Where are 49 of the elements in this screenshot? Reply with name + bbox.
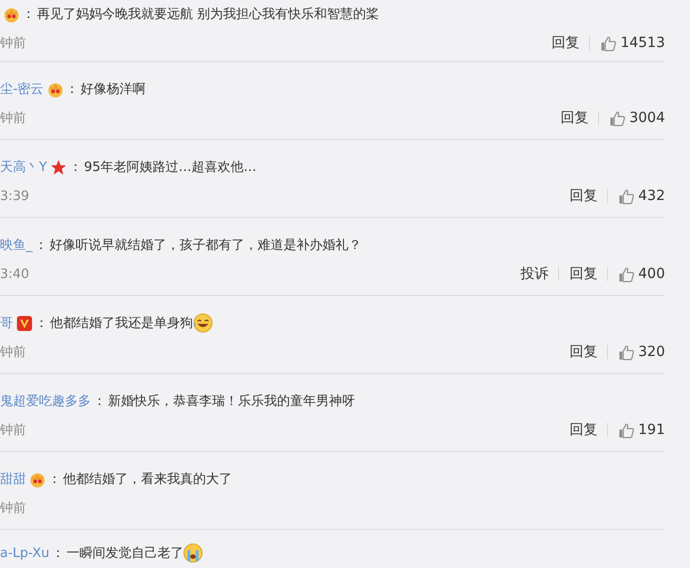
like-button[interactable]: 14513 <box>600 34 665 52</box>
comment-time: 3:39 <box>0 188 30 204</box>
separator-colon: ： <box>48 471 61 488</box>
like-button[interactable]: 320 <box>618 344 665 360</box>
reply-link[interactable]: 回复 <box>569 421 598 439</box>
report-link[interactable]: 投诉 <box>520 265 548 283</box>
comment-time: 钟前 <box>0 35 26 52</box>
v-badge-icon <box>16 314 33 332</box>
thumbs-up-icon <box>609 110 626 126</box>
reply-link[interactable]: 回复 <box>560 109 588 127</box>
thumbs-up-icon <box>618 266 636 282</box>
reply-link[interactable]: 回复 <box>551 34 580 52</box>
crown-badge-icon <box>46 80 64 98</box>
reply-link[interactable]: 回复 <box>569 265 598 283</box>
separator-colon: ： <box>68 159 82 176</box>
laughing-face-icon <box>193 313 213 333</box>
comment-text: 新婚快乐，恭喜李瑞！乐乐我的童年男神呀 <box>108 393 355 410</box>
separator-colon: ： <box>66 81 79 98</box>
comment-text: 再见了妈妈今晚我就要远航 别为我担心我有快乐和智慧的桨 <box>37 6 380 23</box>
comment-text: 他都结婚了，看来我真的大了 <box>63 471 232 488</box>
separator-colon: ： <box>35 315 48 332</box>
comment-text: 95年老阿姨路过…超喜欢他… <box>84 159 256 176</box>
reply-link[interactable]: 回复 <box>569 187 598 205</box>
separator-colon: ： <box>34 237 48 254</box>
separator-colon: ： <box>51 545 64 562</box>
comment-text: 一瞬间发觉自己老了 <box>66 545 184 562</box>
comment-time: 钟前 <box>0 500 26 517</box>
like-button[interactable]: 191 <box>618 422 665 438</box>
crying-face-icon <box>183 543 204 563</box>
thumbs-up-icon <box>618 422 636 438</box>
reply-link[interactable]: 回复 <box>569 343 598 361</box>
star-icon <box>50 158 67 176</box>
comment-text: 好像听说早就结婚了，孩子都有了，难道是补办婚礼？ <box>50 237 362 254</box>
separator-colon: ： <box>22 6 35 23</box>
comment-time: 钟前 <box>0 344 26 361</box>
comment-time: 钟前 <box>0 110 26 127</box>
comment-time: 钟前 <box>0 422 26 439</box>
separator-colon: ： <box>93 393 106 410</box>
comment-text: 他都结婚了我还是单身狗 <box>50 315 193 332</box>
like-button[interactable]: 3004 <box>609 110 665 126</box>
comment-time: 3:40 <box>0 266 30 282</box>
crown-badge-icon <box>3 6 20 22</box>
like-button[interactable]: 400 <box>618 266 665 282</box>
comment-text: 好像杨洋啊 <box>80 81 146 98</box>
thumbs-up-icon <box>618 188 636 204</box>
thumbs-up-icon <box>600 34 618 52</box>
thumbs-up-icon <box>618 344 636 360</box>
like-button[interactable]: 432 <box>618 188 665 204</box>
crown-badge-icon <box>29 470 46 488</box>
